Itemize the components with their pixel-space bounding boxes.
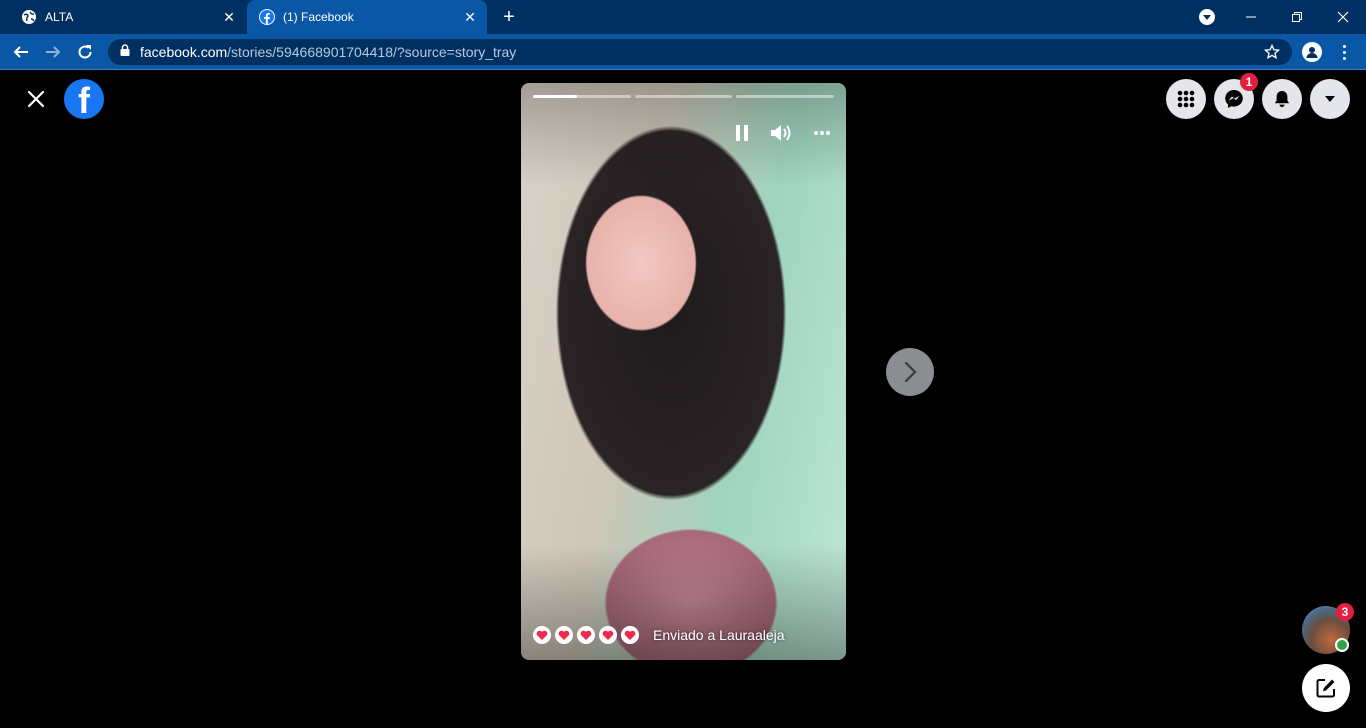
- story-reactions: Enviado a Lauraaleja: [533, 626, 785, 644]
- online-status-dot: [1335, 638, 1349, 652]
- reload-icon[interactable]: [72, 39, 98, 65]
- heart-reaction-icon: [533, 626, 551, 644]
- browser-toolbar: facebook.com/stories/594668901704418/?so…: [0, 34, 1366, 70]
- volume-icon[interactable]: [770, 121, 794, 145]
- story-progress-fill: [533, 95, 578, 98]
- profile-avatar-icon[interactable]: [1302, 42, 1322, 62]
- sent-reply-text: Enviado a Lauraaleja: [653, 627, 785, 643]
- close-story-icon[interactable]: [24, 87, 48, 111]
- messenger-badge: 1: [1240, 73, 1258, 91]
- tab-alta[interactable]: ALTA ✕: [0, 0, 246, 34]
- caret-down-icon: [1325, 96, 1335, 102]
- story-progress-bar: [736, 95, 834, 98]
- facebook-logo[interactable]: f: [64, 79, 104, 119]
- forward-icon[interactable]: [40, 39, 66, 65]
- heart-reaction-icon: [621, 626, 639, 644]
- story-card[interactable]: Enviado a Lauraaleja: [521, 83, 846, 660]
- next-story-button[interactable]: [886, 348, 934, 396]
- new-tab-button[interactable]: +: [498, 7, 520, 29]
- account-button[interactable]: [1310, 79, 1350, 119]
- globe-icon: [21, 9, 37, 25]
- compose-icon: [1316, 679, 1335, 698]
- heart-reaction-icon: [577, 626, 595, 644]
- tab-close-icon[interactable]: ✕: [220, 8, 238, 26]
- back-icon[interactable]: [8, 39, 34, 65]
- browser-menu-icon[interactable]: [1336, 42, 1352, 62]
- bookmark-star-icon[interactable]: [1263, 43, 1281, 65]
- bell-icon: [1274, 91, 1290, 108]
- new-message-button[interactable]: [1302, 664, 1350, 712]
- url-host: facebook.com: [140, 44, 228, 60]
- menu-grid-button[interactable]: [1166, 79, 1206, 119]
- story-viewer-page: f 1 Enviado a Lauraaleja 3: [0, 71, 1366, 728]
- facebook-logo-letter: f: [78, 80, 90, 119]
- tab-close-icon[interactable]: ✕: [461, 8, 479, 26]
- story-progress-bar: [533, 95, 631, 98]
- facebook-icon: [259, 9, 275, 25]
- tab-title: (1) Facebook: [283, 10, 354, 24]
- address-bar[interactable]: facebook.com/stories/594668901704418/?so…: [108, 39, 1292, 65]
- url-path: /stories/594668901704418/?source=story_t…: [227, 44, 517, 60]
- minimize-button[interactable]: [1228, 0, 1274, 34]
- chevron-right-icon: [904, 361, 917, 383]
- story-progress-bar: [635, 95, 732, 98]
- lock-icon[interactable]: [120, 43, 130, 61]
- tab-title: ALTA: [45, 10, 74, 24]
- chat-head-badge: 3: [1336, 603, 1354, 621]
- notifications-button[interactable]: [1262, 79, 1302, 119]
- browser-tab-strip: ALTA ✕ (1) Facebook ✕ +: [0, 0, 1366, 34]
- tab-facebook[interactable]: (1) Facebook ✕: [247, 0, 487, 34]
- heart-reaction-icon: [555, 626, 573, 644]
- restore-button[interactable]: [1274, 0, 1320, 34]
- heart-reaction-icon: [599, 626, 617, 644]
- tab-search-icon[interactable]: [1199, 9, 1215, 25]
- menu-grid-icon: [1177, 90, 1195, 108]
- pause-icon[interactable]: [730, 121, 754, 145]
- url-text: facebook.com/stories/594668901704418/?so…: [140, 44, 516, 60]
- story-image: [521, 83, 846, 660]
- messenger-icon: [1225, 90, 1243, 108]
- close-window-button[interactable]: [1320, 0, 1366, 34]
- more-icon[interactable]: [810, 121, 834, 145]
